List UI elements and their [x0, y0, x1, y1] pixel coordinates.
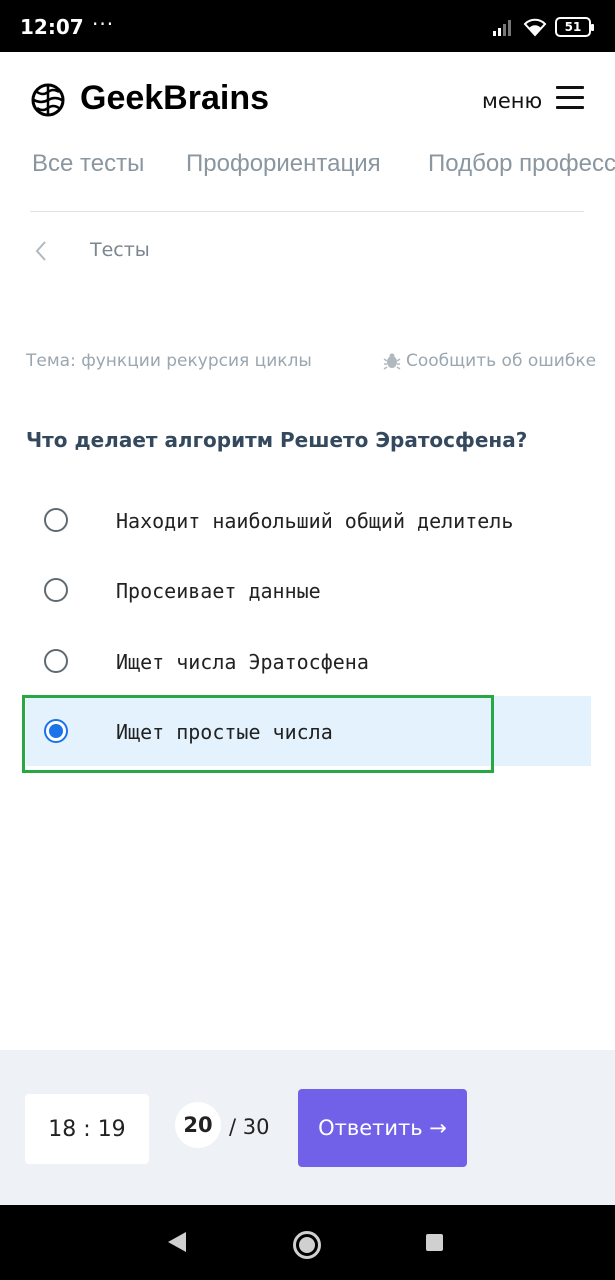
- back-icon[interactable]: [168, 1232, 186, 1252]
- answer-option-label: Ищет числа Эратосфена: [116, 650, 369, 674]
- chevron-left-icon[interactable]: [30, 238, 52, 264]
- total-questions: / 30: [229, 1115, 270, 1139]
- report-error-link[interactable]: Сообщить об ошибке: [383, 351, 596, 371]
- status-time: 12:07: [20, 15, 84, 39]
- home-icon[interactable]: [293, 1231, 321, 1259]
- selection-highlight-box: [22, 695, 494, 773]
- signal-icon: [493, 20, 511, 36]
- answer-option-label: Просеивает данные: [116, 579, 321, 603]
- site-header: GeekBrains меню: [0, 52, 615, 152]
- radio-button[interactable]: [44, 649, 68, 673]
- system-nav-bar: [0, 1205, 615, 1280]
- tabs-divider: [30, 211, 584, 212]
- question-text: Что делает алгоритм Решето Эратосфена?: [26, 428, 528, 452]
- site-logo-text[interactable]: GeekBrains: [80, 79, 269, 118]
- answer-option-label: Находит наибольший общий делитель: [116, 509, 514, 533]
- hamburger-icon[interactable]: [556, 86, 584, 110]
- status-bar: 12:07 ··· 51: [0, 0, 615, 52]
- tab-career-guidance[interactable]: Профориентация: [186, 150, 381, 178]
- category-tabs: Все тесты Профориентация Подбор професси…: [32, 150, 615, 186]
- radio-button[interactable]: [44, 508, 68, 532]
- answer-option[interactable]: Ищет числа Эратосфена: [26, 626, 591, 696]
- bug-icon: [383, 353, 401, 370]
- battery-icon: 51: [555, 17, 594, 37]
- current-question-number: 20: [175, 1102, 221, 1148]
- status-more-dots: ···: [92, 12, 115, 36]
- tab-all-tests[interactable]: Все тесты: [32, 150, 144, 178]
- submit-answer-button[interactable]: Ответить →: [298, 1089, 467, 1167]
- tab-profession-match[interactable]: Подбор профессии: [428, 150, 615, 178]
- wifi-icon: [523, 18, 547, 37]
- radio-button[interactable]: [44, 578, 68, 602]
- breadcrumb-tests[interactable]: Тесты: [90, 239, 150, 261]
- recent-apps-icon[interactable]: [426, 1234, 443, 1251]
- test-footer-panel: 18 : 19 20 / 30 Ответить →: [0, 1050, 615, 1205]
- answer-option[interactable]: Просеивает данные: [26, 555, 591, 625]
- question-topic: Тема: функции рекурсия циклы: [26, 351, 312, 371]
- answer-option[interactable]: Находит наибольший общий делитель: [26, 485, 591, 555]
- brain-icon[interactable]: [30, 82, 66, 118]
- report-error-label: Сообщить об ошибке: [406, 351, 597, 371]
- status-icons: 51: [493, 16, 594, 38]
- countdown-timer: 18 : 19: [25, 1094, 149, 1164]
- menu-label[interactable]: меню: [482, 89, 542, 113]
